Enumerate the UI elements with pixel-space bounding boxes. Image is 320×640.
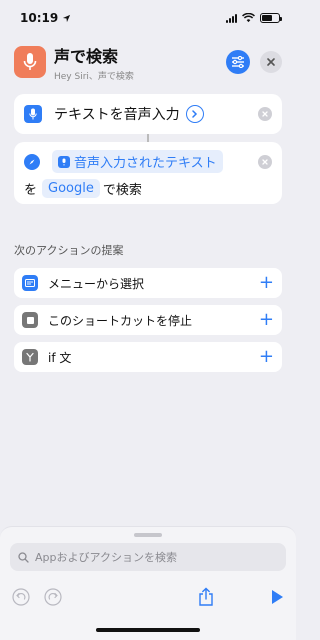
- sheet-grabber[interactable]: [134, 533, 162, 537]
- remove-action-button[interactable]: [258, 154, 272, 169]
- wifi-icon: [242, 13, 255, 23]
- close-button[interactable]: [260, 51, 282, 73]
- editor-toolbar: [0, 583, 296, 611]
- home-indicator: [96, 628, 200, 632]
- search-icon: [18, 551, 29, 563]
- microphone-icon: [58, 155, 70, 168]
- search-engine-selector[interactable]: Google: [42, 179, 100, 198]
- undo-icon[interactable]: [12, 588, 30, 606]
- search-suffix: で検索: [102, 183, 142, 198]
- action-connector: [147, 134, 149, 142]
- suggestion-label: このショートカットを停止: [48, 313, 193, 328]
- search-web-action[interactable]: 音声入力されたテキスト を Google で検索: [14, 142, 282, 204]
- close-icon: [262, 111, 268, 117]
- add-icon[interactable]: +: [259, 311, 274, 329]
- stop-icon: [22, 312, 38, 328]
- cellular-signal-icon: [226, 13, 237, 23]
- add-icon[interactable]: +: [259, 274, 274, 292]
- title-block: 声で検索 Hey Siri、声で検索: [54, 43, 226, 82]
- suggestion-stop-shortcut[interactable]: このショートカットを停止 +: [14, 305, 282, 335]
- suggestion-label: if 文: [48, 350, 72, 365]
- suggestions-heading: 次のアクションの提案: [14, 244, 124, 257]
- status-left: 10:19: [20, 11, 71, 25]
- expand-options-button[interactable]: [185, 105, 204, 123]
- status-time: 10:19: [20, 11, 59, 25]
- search-prefix: を: [24, 183, 38, 198]
- microphone-icon: [23, 53, 37, 70]
- shortcut-subtitle: Hey Siri、声で検索: [54, 71, 134, 82]
- location-arrow-icon: [63, 14, 71, 22]
- share-icon[interactable]: [198, 587, 214, 607]
- microphone-app-icon[interactable]: [14, 46, 46, 78]
- battery-icon: [260, 13, 282, 23]
- sliders-icon: [232, 56, 244, 68]
- settings-button[interactable]: [226, 50, 250, 74]
- status-bar: 10:19: [0, 0, 296, 36]
- dictated-text-variable[interactable]: 音声入力されたテキスト: [52, 150, 223, 173]
- search-placeholder: Appおよびアクションを検索: [35, 551, 177, 564]
- status-right: [226, 13, 282, 23]
- dictate-action-label: テキストを音声入力: [54, 107, 180, 123]
- safari-icon: [24, 153, 40, 170]
- share-run-group: [198, 587, 284, 607]
- dictate-text-action[interactable]: テキストを音声入力: [14, 94, 282, 134]
- undo-redo-group: [12, 588, 62, 606]
- action-search-sheet: Appおよびアクションを検索: [0, 526, 296, 640]
- branch-icon: [22, 349, 38, 365]
- play-icon[interactable]: [270, 589, 284, 605]
- search-action-row-2: を Google で検索: [24, 179, 272, 198]
- remove-action-button[interactable]: [258, 107, 272, 121]
- add-icon[interactable]: +: [259, 348, 274, 366]
- shortcut-header: 声で検索 Hey Siri、声で検索: [0, 36, 296, 88]
- shortcut-title[interactable]: 声で検索: [54, 43, 226, 67]
- redo-icon[interactable]: [44, 588, 62, 606]
- chevron-right-icon: [192, 110, 198, 118]
- close-icon: [267, 58, 275, 66]
- menu-icon: [22, 275, 38, 291]
- suggestion-if[interactable]: if 文 +: [14, 342, 282, 372]
- suggestion-choose-from-menu[interactable]: メニューから選択 +: [14, 268, 282, 298]
- microphone-icon: [24, 105, 42, 123]
- dictated-text-label: 音声入力されたテキスト: [74, 156, 217, 171]
- action-search-field[interactable]: Appおよびアクションを検索: [10, 543, 286, 571]
- search-action-row-1: 音声入力されたテキスト: [24, 150, 272, 173]
- suggestion-label: メニューから選択: [48, 276, 145, 291]
- close-icon: [262, 158, 268, 165]
